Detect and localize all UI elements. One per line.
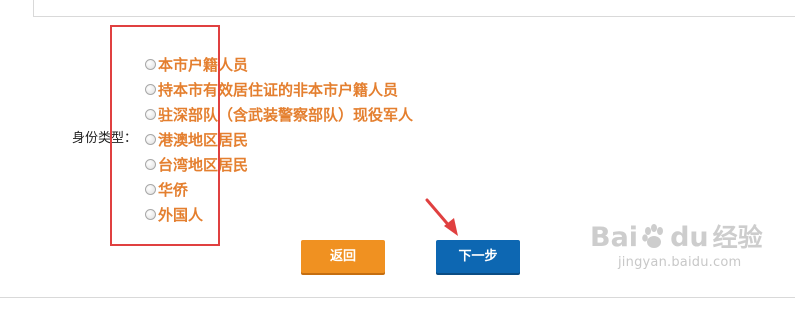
page: 身份类型： 本市户籍人员 持本市有效居住证的非本市户籍人员 驻深部队（含武装警察… [0, 0, 795, 315]
highlight-box [110, 25, 220, 246]
watermark-du: du [670, 221, 709, 253]
watermark-logo: Bai du 经验 [590, 223, 795, 251]
baidu-watermark: Bai du 经验 jingyan.baidu.com [590, 223, 795, 298]
back-button[interactable]: 返回 [301, 240, 385, 273]
top-panel-edge [33, 0, 795, 17]
paw-icon [642, 224, 664, 248]
next-step-button[interactable]: 下一步 [436, 240, 520, 273]
watermark-jingyan: 经验 [712, 222, 763, 252]
red-arrow-icon [425, 198, 458, 236]
watermark-bai: Bai [590, 221, 639, 253]
watermark-url: jingyan.baidu.com [618, 255, 742, 270]
bottom-divider [0, 297, 795, 298]
